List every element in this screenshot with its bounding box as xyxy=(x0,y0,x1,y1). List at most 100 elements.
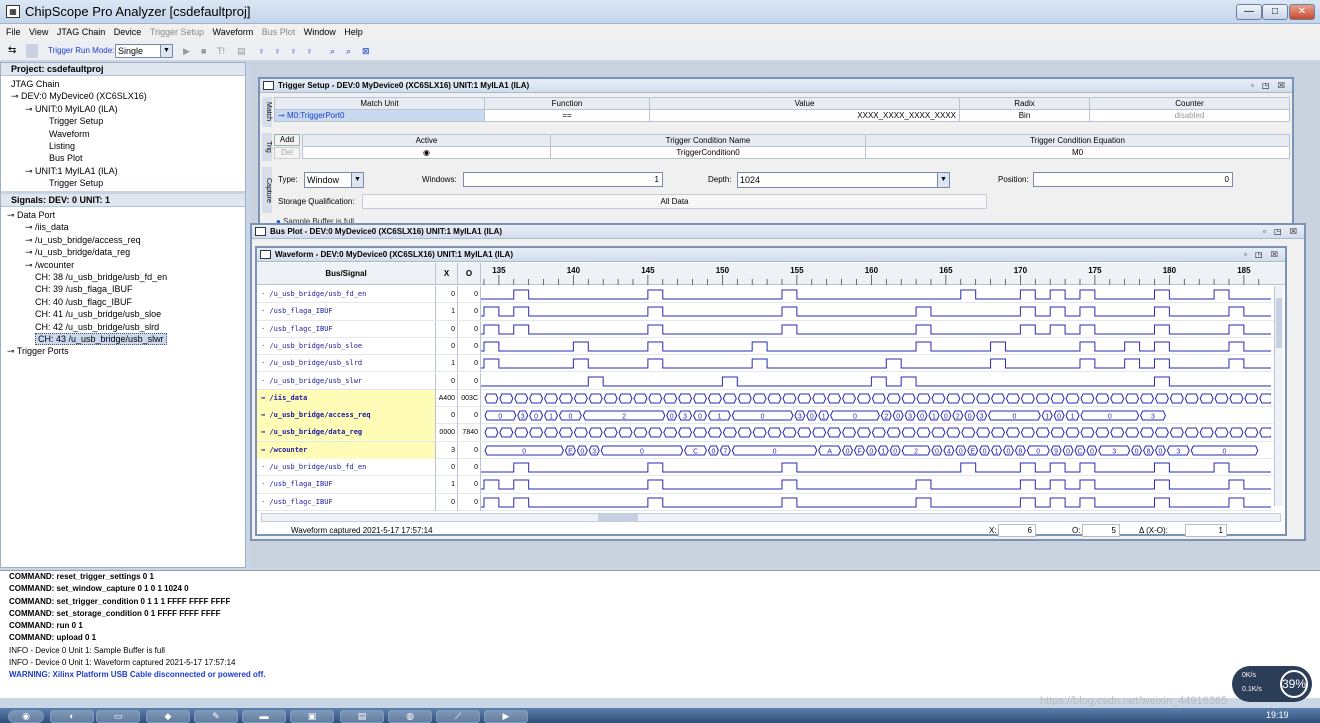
side-tab-capture[interactable]: Capture xyxy=(262,167,272,213)
horizontal-scrollbar[interactable] xyxy=(261,513,1281,522)
tree-listing-0[interactable]: Listing xyxy=(1,140,245,152)
run-mode-select[interactable]: Single ▼ xyxy=(115,44,173,58)
radix-cell[interactable]: Bin xyxy=(959,109,1090,122)
menu-file[interactable]: File xyxy=(6,24,21,41)
signal-name[interactable]: · /u_usb_bridge/usb_fd_en xyxy=(257,459,435,476)
signal-trigger-ports[interactable]: ⊸ Trigger Ports xyxy=(1,345,245,357)
waveform-row[interactable]: · /usb_flagc_IBUF 0 0 xyxy=(257,493,1275,511)
taskbar-app-icon-1[interactable]: ◆ xyxy=(146,710,190,723)
minimize-button[interactable]: — xyxy=(1236,4,1262,20)
signal-name[interactable]: · /usb_flagc_IBUF xyxy=(257,494,435,511)
waveform-row[interactable]: · /usb_flaga_IBUF 1 0 xyxy=(257,476,1275,494)
tree-unit-1[interactable]: ⊸ UNIT:1 MyILA1 (ILA) xyxy=(1,165,245,177)
signal-ch43[interactable]: CH: 43 /u_usb_bridge/usb_slwr xyxy=(35,332,167,345)
cursor-o-value[interactable]: 5 xyxy=(1082,524,1120,537)
h-scroll-thumb[interactable] xyxy=(598,514,638,521)
taskbar-folder-icon[interactable]: ▭ xyxy=(96,710,140,723)
waveform-row[interactable]: · /usb_flaga_IBUF 1 0 xyxy=(257,303,1275,321)
counter-cell[interactable]: disabled xyxy=(1089,109,1290,122)
probe-icon-2[interactable]: ♀ xyxy=(274,44,281,58)
waveform-row[interactable]: · /u_usb_bridge/usb_slwr 0 0 xyxy=(257,372,1275,390)
signal-name[interactable]: ⊸ /wcounter xyxy=(257,441,435,459)
waveform-row[interactable]: ⊸ /wcounter 3 0 0 E 0 3 0 C 0 7 0 A 0 F 0 1 0 2 0 4 0 E 0 1 0 8 0 9 0… xyxy=(257,441,1275,459)
vertical-scrollbar[interactable] xyxy=(1274,286,1283,506)
signal-name[interactable]: · /u_usb_bridge/usb_slwr xyxy=(257,373,435,390)
waveform-row[interactable]: · /usb_flagc_IBUF 0 0 xyxy=(257,320,1275,338)
waveform-row[interactable]: ⊸ /iis_data A400 003C xyxy=(257,389,1275,408)
zoom-fit-icon[interactable]: ⊠ xyxy=(362,44,370,58)
tree-device-0[interactable]: ⊸ DEV:0 MyDevice0 (XC6SLX16) xyxy=(1,90,245,102)
signal-ch40[interactable]: CH: 40 /usb_flagc_IBUF xyxy=(1,296,245,308)
signal-ch41[interactable]: CH: 41 /u_usb_bridge/usb_sloe xyxy=(1,308,245,320)
waveform-row[interactable]: · /u_usb_bridge/usb_fd_en 0 0 xyxy=(257,286,1275,304)
signal-name[interactable]: ⊸ /u_usb_bridge/data_reg xyxy=(257,424,435,442)
menu-window[interactable]: Window xyxy=(304,24,336,41)
tree-trigger-setup-1[interactable]: Trigger Setup xyxy=(1,177,245,189)
match-unit-cell[interactable]: ⊸ M0:TriggerPort0 xyxy=(274,109,485,122)
zoom-in-icon[interactable]: ⌕ xyxy=(330,44,335,58)
menu-jtag-chain[interactable]: JTAG Chain xyxy=(57,24,105,41)
signal-name[interactable]: · /u_usb_bridge/usb_sloe xyxy=(257,338,435,355)
menu-waveform[interactable]: Waveform xyxy=(213,24,254,41)
del-button[interactable]: Del xyxy=(274,147,300,159)
taskbar-app-icon-2[interactable]: ✎ xyxy=(194,710,238,723)
add-button[interactable]: Add xyxy=(274,134,300,146)
window-controls[interactable]: ▫ ◳ ☒ xyxy=(1263,225,1300,239)
waveform-row[interactable]: · /u_usb_bridge/usb_fd_en 0 0 xyxy=(257,459,1275,477)
waveform-row[interactable]: ⊸ /u_usb_bridge/access_req 0 0 0 3 0 1 0 2 0 3 0 1 0 3… xyxy=(257,407,1275,425)
taskbar-app-icon-7[interactable]: ▶ xyxy=(484,710,528,723)
signal-access-req[interactable]: ⊸ /u_usb_bridge/access_req xyxy=(1,234,245,246)
storage-select[interactable]: All Data xyxy=(362,194,987,209)
window-controls[interactable]: ▫ ◳ ☒ xyxy=(1244,248,1281,262)
menu-bus-plot[interactable]: Bus Plot xyxy=(262,24,296,41)
depth-select[interactable]: 1024 ▼ xyxy=(737,172,950,188)
signal-name[interactable]: · /u_usb_bridge/usb_fd_en xyxy=(257,286,435,303)
signal-name[interactable]: · /usb_flaga_IBUF xyxy=(257,476,435,493)
signal-data-port[interactable]: ⊸ Data Port xyxy=(1,209,245,221)
signal-name[interactable]: ⊸ /u_usb_bridge/access_req xyxy=(257,407,435,425)
signal-name[interactable]: · /usb_flagc_IBUF xyxy=(257,321,435,338)
signal-ch42[interactable]: CH: 42 /u_usb_bridge/usb_slrd xyxy=(1,321,245,333)
waveform-row[interactable]: ⊸ /u_usb_bridge/data_reg 0000 7840 xyxy=(257,424,1275,442)
tree-bus-plot-0[interactable]: Bus Plot xyxy=(1,152,245,164)
signal-iis-data[interactable]: ⊸ /iis_data xyxy=(1,221,245,233)
menu-view[interactable]: View xyxy=(29,24,48,41)
taskbar-chrome-icon[interactable]: ◐ xyxy=(50,710,94,723)
play-icon[interactable]: ▶ xyxy=(183,44,190,58)
signal-wcounter[interactable]: ⊸ /wcounter xyxy=(1,259,245,271)
tree-jtag-chain[interactable]: JTAG Chain xyxy=(1,78,245,90)
tree-trigger-setup-0[interactable]: Trigger Setup xyxy=(1,115,245,127)
net-monitor[interactable]: 0K/s 0.1K/s 39% xyxy=(1232,666,1312,702)
menu-help[interactable]: Help xyxy=(344,24,363,41)
maximize-button[interactable]: □ xyxy=(1262,4,1288,20)
condition-name-cell[interactable]: TriggerCondition0 xyxy=(550,146,866,159)
taskbar-terminal-icon[interactable]: ▬ xyxy=(242,710,286,723)
waveform-row[interactable]: · /u_usb_bridge/usb_slrd 1 0 xyxy=(257,355,1275,373)
probe-icon-1[interactable]: ♀ xyxy=(258,44,265,58)
signal-ch39[interactable]: CH: 39 /usb_flaga_IBUF xyxy=(1,283,245,295)
listing-icon[interactable]: ▤ xyxy=(237,44,246,58)
taskbar-app-icon-4[interactable]: ▤ xyxy=(340,710,384,723)
taskbar-app-icon-3[interactable]: ▣ xyxy=(290,710,334,723)
signal-name[interactable]: · /u_usb_bridge/usb_slrd xyxy=(257,355,435,372)
start-button[interactable]: ◉ xyxy=(8,710,44,723)
window-controls[interactable]: ▫ ◳ ☒ xyxy=(1251,79,1288,93)
probe-icon-3[interactable]: ♀ xyxy=(290,44,297,58)
side-tab-match[interactable]: Match xyxy=(262,97,272,127)
signal-ch38[interactable]: CH: 38 /u_usb_bridge/usb_fd_en xyxy=(1,271,245,283)
menu-device[interactable]: Device xyxy=(114,24,142,41)
value-cell[interactable]: XXXX_XXXX_XXXX_XXXX xyxy=(649,109,960,122)
active-radio[interactable]: ◉ xyxy=(302,146,551,159)
tree-unit-0[interactable]: ⊸ UNIT:0 MyILA0 (ILA) xyxy=(1,103,245,115)
taskbar-app-icon-5[interactable]: ◍ xyxy=(388,710,432,723)
scroll-thumb[interactable] xyxy=(1276,298,1282,348)
function-cell[interactable]: == xyxy=(484,109,650,122)
stop-icon[interactable]: ■ xyxy=(201,44,206,58)
signal-name[interactable]: ⊸ /iis_data xyxy=(257,389,435,407)
zoom-out-icon[interactable]: ⌕ xyxy=(346,44,351,58)
position-input[interactable]: 0 xyxy=(1033,172,1233,187)
signal-name[interactable]: · /usb_flaga_IBUF xyxy=(257,303,435,320)
close-button[interactable]: ✕ xyxy=(1289,4,1315,20)
menu-trigger-setup[interactable]: Trigger Setup xyxy=(150,24,204,41)
cursor-x-value[interactable]: 6 xyxy=(998,524,1036,537)
